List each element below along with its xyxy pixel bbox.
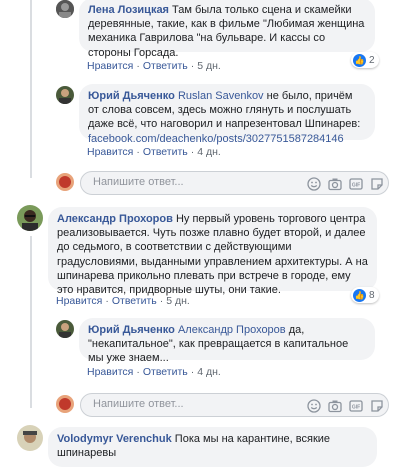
- like-button[interactable]: Нравится: [87, 146, 133, 158]
- comment-author[interactable]: Александр Прохоров: [57, 213, 173, 225]
- input-icons: GIF: [306, 176, 384, 191]
- comment-bubble: Юрий Дьяченко Александр Прохоров да, "не…: [79, 318, 375, 364]
- like-icon: 👍: [353, 288, 366, 302]
- avatar-image: [17, 425, 43, 451]
- avatar[interactable]: [17, 205, 43, 231]
- comment-bubble: Александр Прохоров Ну первый уровень тор…: [48, 207, 377, 296]
- reactions-badge[interactable]: 👍 8: [351, 287, 379, 303]
- reply-input-box[interactable]: GIF: [80, 393, 389, 417]
- like-button[interactable]: Нравится: [87, 60, 133, 72]
- avatar[interactable]: [56, 86, 74, 104]
- reply-input-box[interactable]: GIF: [80, 171, 389, 195]
- sticker-icon[interactable]: [369, 176, 384, 191]
- reply-input[interactable]: [91, 175, 255, 189]
- comment-actions: Нравится · Ответить · 4 дн.: [87, 146, 221, 158]
- avatar-image: [56, 320, 74, 338]
- svg-text:GIF: GIF: [351, 182, 359, 188]
- like-button[interactable]: Нравится: [87, 366, 133, 378]
- thread-line: [30, 0, 32, 178]
- comment-author[interactable]: Лена Лозицкая: [88, 4, 169, 16]
- comment-actions: Нравится · Ответить · 5 дн.: [56, 295, 190, 307]
- comment-author[interactable]: Volodymyr Verenchuk: [57, 433, 172, 445]
- avatar-image: [17, 205, 43, 231]
- camera-icon[interactable]: [327, 398, 342, 413]
- sticker-icon[interactable]: [369, 398, 384, 413]
- reaction-count: 2: [369, 54, 375, 66]
- comment-actions: Нравится · Ответить · 5 дн.: [87, 60, 221, 72]
- avatar[interactable]: [56, 320, 74, 338]
- reactions-badge[interactable]: 👍 2: [351, 52, 379, 68]
- avatar-image: [56, 173, 74, 191]
- reply-input[interactable]: [91, 397, 255, 411]
- avatar[interactable]: [17, 425, 43, 451]
- svg-text:GIF: GIF: [351, 404, 359, 410]
- current-user-avatar: [56, 173, 74, 191]
- comment-bubble: Лена Лозицкая Там была только сцена и ск…: [79, 0, 375, 59]
- comment-time[interactable]: 5 дн.: [197, 60, 221, 72]
- reply-button[interactable]: Ответить: [112, 295, 157, 307]
- emoji-icon[interactable]: [306, 398, 321, 413]
- mention-link[interactable]: Александр Прохоров: [178, 324, 286, 336]
- comment-time[interactable]: 4 дн.: [197, 146, 221, 158]
- like-button[interactable]: Нравится: [56, 295, 102, 307]
- comment-author[interactable]: Юрий Дьяченко: [88, 324, 175, 336]
- avatar[interactable]: [56, 0, 74, 18]
- mention-link[interactable]: Ruslan Savenkov: [178, 90, 264, 102]
- comment-text: Ну первый уровень торгового центра реали…: [57, 213, 368, 297]
- comment-actions: Нравится · Ответить · 4 дн.: [87, 366, 221, 378]
- avatar-image: [56, 395, 74, 413]
- comment-time[interactable]: 5 дн.: [166, 295, 190, 307]
- avatar-image: [56, 0, 74, 18]
- reaction-count[interactable]: 8: [369, 290, 375, 301]
- comment-time[interactable]: 4 дн.: [197, 366, 221, 378]
- reply-button[interactable]: Ответить: [143, 366, 188, 378]
- camera-icon[interactable]: [327, 176, 342, 191]
- post-link[interactable]: facebook.com/deachenko/posts/30277515872…: [88, 133, 344, 145]
- thread-line: [30, 236, 32, 408]
- avatar-image: [56, 86, 74, 104]
- like-icon: 👍: [353, 53, 366, 67]
- comment-author[interactable]: Юрий Дьяченко: [88, 90, 175, 102]
- current-user-avatar: [56, 395, 74, 413]
- emoji-icon[interactable]: [306, 176, 321, 191]
- comment-bubble: Юрий Дьяченко Ruslan Savenkov не было, п…: [79, 84, 375, 145]
- gif-icon[interactable]: GIF: [348, 176, 363, 191]
- reply-button[interactable]: Ответить: [143, 146, 188, 158]
- gif-icon[interactable]: GIF: [348, 398, 363, 413]
- comment-bubble: Volodymyr Verenchuk Пока мы на карантине…: [48, 427, 377, 467]
- input-icons: GIF: [306, 398, 384, 413]
- reply-button[interactable]: Ответить: [143, 60, 188, 72]
